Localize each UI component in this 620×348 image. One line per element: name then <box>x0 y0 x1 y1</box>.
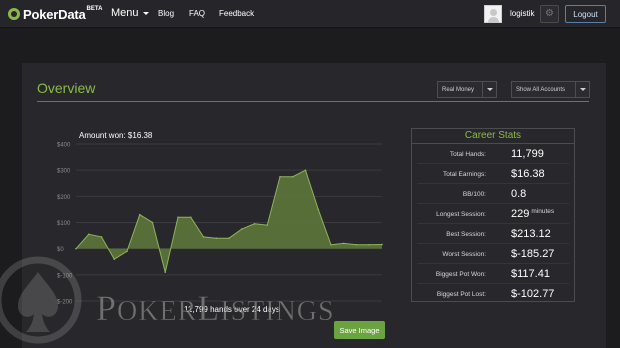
stat-label: Longest Session: <box>436 211 486 218</box>
data-point <box>189 216 192 219</box>
y-tick-label: $100 <box>57 221 71 227</box>
y-tick-label: $200 <box>57 195 71 201</box>
series-line <box>75 169 383 273</box>
stat-value-text: 11,799 <box>511 148 544 160</box>
data-point <box>75 247 77 250</box>
stat-value-text: $117.41 <box>511 268 550 280</box>
stat-value: 229 minutes <box>511 208 554 220</box>
stat-value: $213.12 <box>511 228 551 240</box>
amount-won-label: Amount won: $16.38 <box>79 131 153 140</box>
data-point <box>330 243 332 246</box>
data-point <box>164 271 167 274</box>
hands-caption: 11,799 hands over 24 days <box>184 305 280 314</box>
stat-value: $-102.77 <box>511 288 554 300</box>
save-image-button[interactable]: Save Image <box>334 321 385 339</box>
stat-value: $16.38 <box>511 168 545 180</box>
data-point <box>291 175 294 178</box>
data-point <box>151 221 154 224</box>
stat-row: Total Hands: 11,799 <box>412 144 574 164</box>
data-point <box>317 208 320 211</box>
stat-value: 11,799 <box>511 148 544 160</box>
data-point <box>368 243 371 246</box>
stat-value-text: $213.12 <box>511 228 551 240</box>
stat-row: Biggest Pot Lost: $-102.77 <box>412 284 574 304</box>
stat-label: Worst Session: <box>442 251 486 258</box>
career-stats-panel: Career Stats Total Hands: 11,799 Total Ear… <box>411 128 575 302</box>
stat-value: 0.8 <box>511 188 526 200</box>
data-point <box>126 250 128 253</box>
data-point <box>138 213 141 216</box>
data-point <box>355 243 358 246</box>
data-point <box>266 224 269 226</box>
stat-label: BB/100: <box>462 191 486 198</box>
y-tick-label: $-100 <box>57 273 73 279</box>
stat-value-text: $-102.77 <box>511 288 555 300</box>
data-point <box>253 223 256 225</box>
stat-label: Biggest Pot Lost: <box>436 291 486 298</box>
data-point <box>228 237 230 239</box>
stat-row: Worst Session: $-185.27 <box>412 244 574 264</box>
stat-value-text: 0.8 <box>511 188 527 200</box>
data-point <box>342 242 345 245</box>
stat-label: Best Session: <box>446 231 486 238</box>
stat-row: Best Session: $213.12 <box>412 224 574 244</box>
stat-value: $117.41 <box>511 268 550 280</box>
data-point <box>202 236 205 238</box>
data-point <box>381 243 383 246</box>
stat-row: Total Earnings: $16.38 <box>412 164 574 184</box>
series-area <box>76 170 382 273</box>
y-tick-label: $400 <box>57 143 71 149</box>
data-point <box>100 236 103 238</box>
data-point <box>279 175 281 178</box>
y-tick-label: $0 <box>57 247 64 253</box>
stat-value-text: $-185.27 <box>511 248 555 260</box>
y-tick-label: $-200 <box>57 300 73 306</box>
stat-row: BB/100: 0.8 <box>412 184 574 204</box>
career-stats-title: Career Stats <box>464 130 522 141</box>
stat-value-text: 229 <box>511 208 530 220</box>
stat-label: Total Earnings: <box>443 171 486 178</box>
stat-value-text: $16.38 <box>511 168 545 180</box>
stat-unit: minutes <box>531 208 555 215</box>
data-point <box>304 169 307 171</box>
data-point <box>87 233 90 236</box>
stat-row: Longest Session: 229 minutes <box>412 204 574 224</box>
y-tick-label: $300 <box>57 169 71 175</box>
data-point <box>240 228 243 230</box>
data-point <box>177 216 179 219</box>
data-point <box>113 258 116 260</box>
stat-row: Biggest Pot Won: $117.41 <box>412 264 574 284</box>
stat-value: $-185.27 <box>511 248 554 260</box>
stat-label: Total Hands: <box>449 151 486 158</box>
stat-label: Biggest Pot Won: <box>435 271 486 278</box>
data-point <box>215 237 218 239</box>
